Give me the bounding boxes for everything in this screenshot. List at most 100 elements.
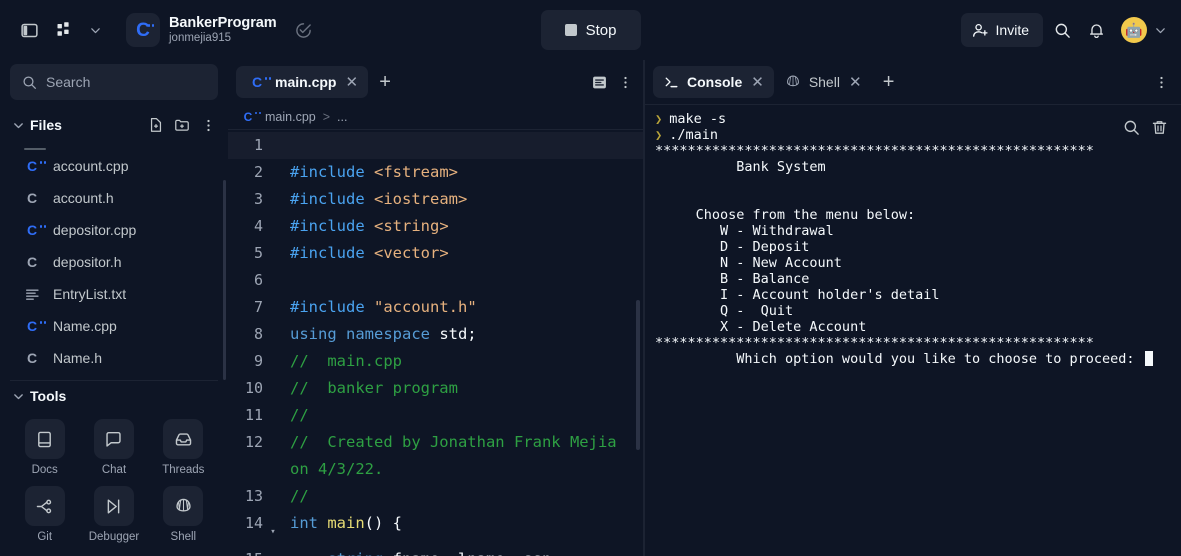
breadcrumb-file: main.cpp: [265, 109, 316, 124]
console-pane: Console ✕ Shell ✕ + ❯ make -s ❯ ./main *…: [645, 60, 1181, 556]
tab-shell[interactable]: Shell ✕: [774, 66, 872, 98]
tab-label: main.cpp: [275, 74, 337, 90]
book-icon: [24, 419, 65, 459]
invite-button[interactable]: Invite: [960, 13, 1043, 47]
search-input[interactable]: Search: [10, 64, 218, 100]
chevron-down-icon[interactable]: [86, 16, 104, 44]
list-item[interactable]: C account.cpp: [0, 150, 228, 182]
bell-icon[interactable]: [1081, 15, 1111, 45]
code-line[interactable]: 13 //: [228, 483, 643, 510]
avatar-chevron-down-icon[interactable]: [1151, 16, 1169, 44]
code-line[interactable]: 4 #include <string>: [228, 213, 643, 240]
tool-chat[interactable]: Chat: [79, 415, 148, 480]
console-output-body: ****************************************…: [655, 143, 1135, 367]
close-icon[interactable]: ✕: [344, 75, 359, 90]
tool-threads[interactable]: Threads: [149, 415, 218, 480]
tool-debugger[interactable]: Debugger: [79, 482, 148, 547]
code-token: #include: [290, 217, 374, 235]
plus-icon[interactable]: +: [874, 67, 904, 97]
avatar[interactable]: 🤖: [1121, 17, 1147, 43]
list-item[interactable]: C depositor.cpp: [0, 214, 228, 246]
more-vertical-icon[interactable]: [613, 70, 637, 94]
tool-label: Threads: [162, 464, 205, 476]
line-number: 10: [244, 379, 263, 397]
code-token: int: [290, 514, 328, 532]
list-item[interactable]: C depositor.h: [0, 246, 228, 278]
code-token: using namespace: [290, 325, 440, 343]
avatar-emoji: 🤖: [1125, 21, 1143, 38]
fold-arrow-icon[interactable]: ▾: [266, 510, 280, 546]
list-item[interactable]: C Name.cpp: [0, 310, 228, 342]
search-icon: [23, 75, 36, 89]
file-name: EntryList.txt: [53, 286, 127, 302]
format-document-icon[interactable]: [587, 70, 611, 94]
editor-tabbar: C main.cpp ✕ +: [228, 60, 643, 104]
c-header-file-icon: C: [26, 190, 38, 206]
more-vertical-icon[interactable]: [1149, 70, 1173, 94]
list-item[interactable]: C Name.h: [0, 342, 228, 374]
new-file-icon[interactable]: [144, 113, 168, 137]
list-item[interactable]: C account.h: [0, 182, 228, 214]
code-line[interactable]: 14 ▾ int main() {: [228, 510, 643, 546]
line-number: 6: [253, 271, 263, 289]
code-line[interactable]: 2 #include <fstream>: [228, 159, 643, 186]
code-line[interactable]: 10 // banker program: [228, 375, 643, 402]
code-line[interactable]: 11 //: [228, 402, 643, 429]
tools-grid: Docs Chat Threads Git Debugger Shell: [0, 411, 228, 547]
code-line[interactable]: 8 using namespace std;: [228, 321, 643, 348]
search-placeholder: Search: [46, 74, 91, 90]
tool-docs[interactable]: Docs: [10, 415, 79, 480]
cpp-file-icon: C: [126, 13, 160, 47]
code-line[interactable]: 15 string fname, lname, ssn,: [228, 546, 643, 556]
code-token: main: [327, 514, 365, 532]
close-icon[interactable]: ✕: [848, 75, 863, 90]
editor-scrollbar[interactable]: [636, 300, 640, 450]
panel-left-icon[interactable]: [14, 15, 44, 45]
sidebar-scrollbar[interactable]: [223, 180, 226, 380]
line-number: 5: [253, 244, 263, 262]
tool-git[interactable]: Git: [10, 482, 79, 547]
close-icon[interactable]: ✕: [750, 75, 765, 90]
line-number: 12: [244, 433, 263, 451]
tab-console[interactable]: Console ✕: [653, 66, 774, 98]
code-line[interactable]: 3 #include <iostream>: [228, 186, 643, 213]
project-block[interactable]: C BankerProgram jonmejia915: [126, 13, 277, 47]
file-name: account.h: [53, 190, 114, 206]
code-line[interactable]: 12 // Created by Jonathan Frank Mejia on …: [228, 429, 643, 483]
code-editor[interactable]: 1 2 #include <fstream> 3 #include <iostream>…: [228, 130, 643, 556]
code-line[interactable]: 1: [228, 132, 643, 159]
sidebar: Search Files C account.cpp C account.h C…: [0, 60, 228, 556]
code-token: std;: [439, 325, 477, 343]
search-icon[interactable]: [1119, 115, 1143, 139]
more-vertical-icon[interactable]: [196, 113, 220, 137]
line-number: 2: [253, 163, 263, 181]
tab-label: Shell: [808, 74, 840, 90]
git-branch-icon: [24, 486, 65, 526]
stop-button[interactable]: Stop: [540, 10, 641, 50]
inbox-icon: [163, 419, 204, 459]
plus-icon[interactable]: +: [370, 67, 400, 97]
tool-shell[interactable]: Shell: [149, 482, 218, 547]
trash-icon[interactable]: [1147, 115, 1171, 139]
text-file-icon: [22, 287, 42, 302]
code-line[interactable]: 5 #include <vector>: [228, 240, 643, 267]
code-token: string: [327, 550, 383, 556]
list-item[interactable]: EntryList.txt: [0, 278, 228, 310]
tab-main-cpp[interactable]: C main.cpp ✕: [236, 66, 369, 98]
console-output-area[interactable]: ❯ make -s ❯ ./main *********************…: [645, 104, 1181, 556]
file-name: Name.cpp: [53, 318, 117, 334]
code-line[interactable]: 7 #include "account.h": [228, 294, 643, 321]
breadcrumb[interactable]: C main.cpp > ...: [228, 104, 643, 130]
console-command-line: ❯ ./main: [655, 127, 1181, 143]
code-text: // Created by Jonathan Frank Mejia on 4/…: [280, 429, 643, 483]
code-text: #include <iostream>: [280, 186, 643, 213]
new-folder-icon[interactable]: [170, 113, 194, 137]
chat-bubble-icon: [93, 419, 134, 459]
code-line[interactable]: 6: [228, 267, 643, 294]
code-line[interactable]: 9 // main.cpp: [228, 348, 643, 375]
check-circle-icon[interactable]: [295, 22, 312, 39]
search-icon[interactable]: [1047, 15, 1077, 45]
grid-dots-icon[interactable]: [50, 15, 80, 45]
chevron-down-icon[interactable]: [10, 120, 26, 131]
chevron-down-icon[interactable]: [10, 391, 26, 402]
